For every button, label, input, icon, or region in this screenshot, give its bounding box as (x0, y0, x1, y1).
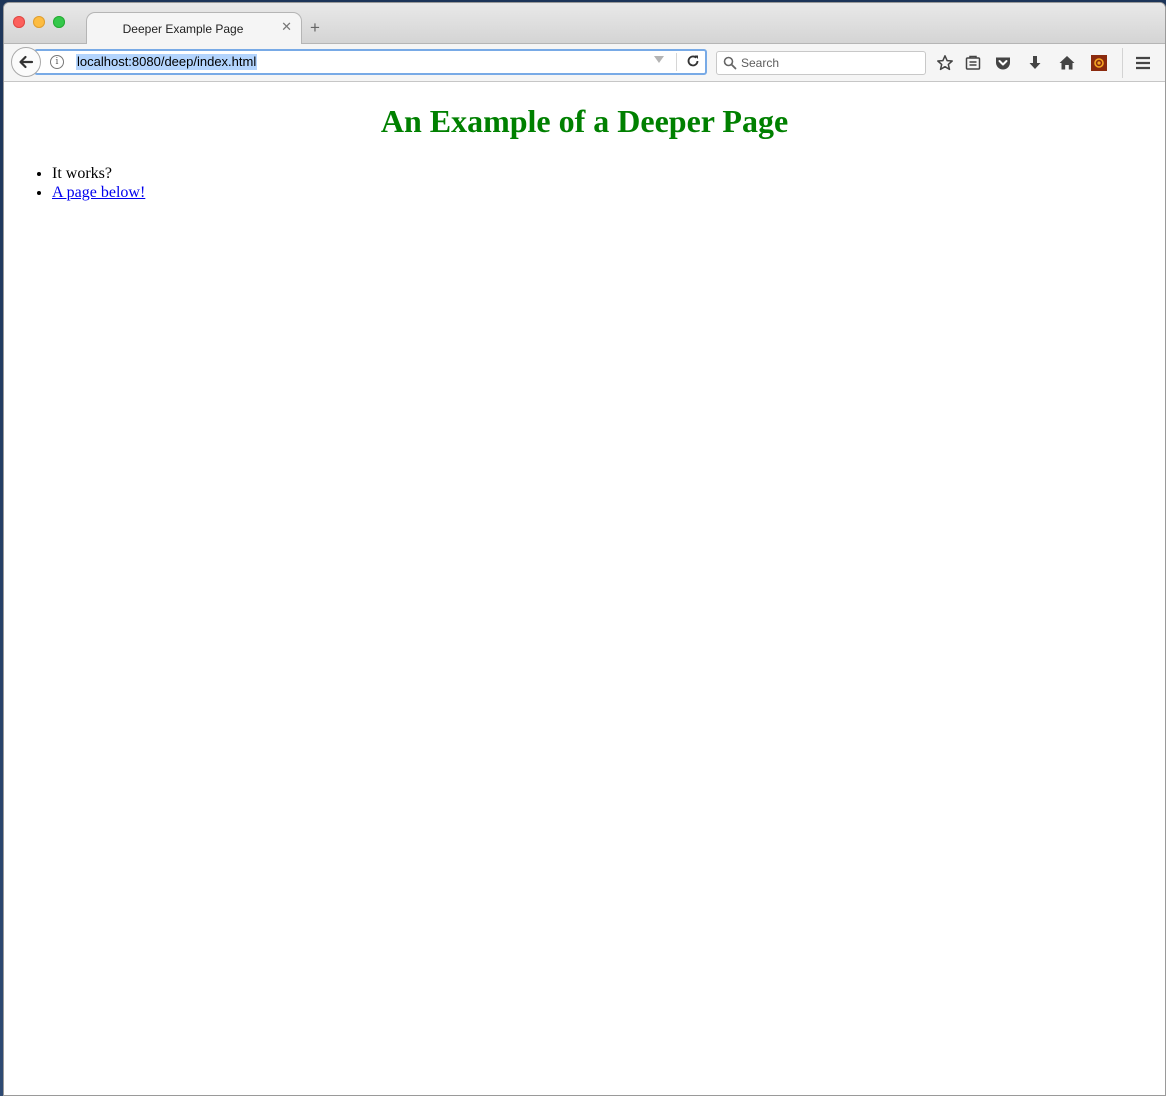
bookmarks-menu-icon[interactable] (964, 54, 982, 72)
window-close-button[interactable] (13, 16, 25, 28)
tab-strip: Deeper Example Page ✕ + (4, 3, 1165, 45)
page-below-link[interactable]: A page below! (52, 184, 145, 201)
site-info-icon[interactable]: i (50, 55, 64, 69)
page-list: It works? A page below! (12, 164, 145, 202)
url-divider (676, 53, 677, 71)
list-item-text: It works? (52, 165, 112, 182)
list-item: A page below! (52, 183, 145, 202)
pocket-icon[interactable] (994, 54, 1012, 72)
search-bar[interactable] (716, 51, 926, 75)
download-icon[interactable] (1026, 54, 1044, 72)
tab-title: Deeper Example Page (122, 22, 244, 36)
search-input[interactable] (741, 54, 921, 72)
navigation-toolbar: i localhost:8080/deep/index.html (4, 44, 1165, 82)
window-minimize-button[interactable] (33, 16, 45, 28)
extension-icon[interactable] (1090, 54, 1108, 72)
page-title: An Example of a Deeper Page (380, 103, 789, 139)
tab-active[interactable]: Deeper Example Page ✕ (86, 12, 302, 45)
toolbar-divider (1122, 48, 1123, 78)
new-tab-button[interactable]: + (310, 19, 320, 36)
url-text[interactable]: localhost:8080/deep/index.html (76, 54, 258, 70)
url-bar[interactable]: i localhost:8080/deep/index.html (34, 49, 707, 75)
hamburger-menu-icon[interactable] (1134, 54, 1152, 72)
search-icon (723, 56, 737, 70)
list-item: It works? (52, 164, 145, 183)
bookmark-star-icon[interactable] (936, 54, 954, 72)
url-dropdown-icon[interactable] (654, 56, 664, 63)
window-maximize-button[interactable] (53, 16, 65, 28)
reload-icon[interactable] (685, 53, 701, 69)
back-button[interactable] (11, 47, 41, 77)
back-arrow-icon (19, 55, 34, 69)
page-content: An Example of a Deeper Page It works? A … (4, 82, 1165, 1095)
home-icon[interactable] (1058, 54, 1076, 72)
tab-close-icon[interactable]: ✕ (281, 20, 292, 34)
browser-window: Deeper Example Page ✕ + i localhost:8080… (4, 3, 1165, 1095)
